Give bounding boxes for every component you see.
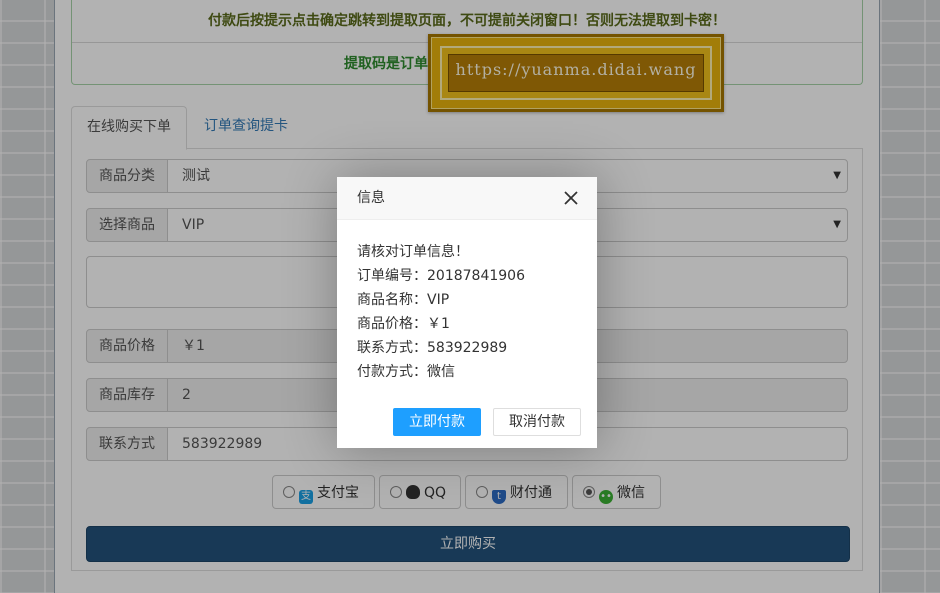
dialog-title: 信息 bbox=[337, 177, 597, 220]
dialog-line-order-number: 订单编号：20187841906 bbox=[357, 268, 525, 284]
dialog-line-contact: 联系方式：583922989 bbox=[357, 340, 508, 356]
order-confirm-dialog: 信息 请核对订单信息！ 订单编号：20187841906 商品名称：VIP 商品… bbox=[337, 177, 597, 448]
dialog-line-price: 商品价格：￥1 bbox=[357, 316, 450, 332]
dialog-line-prompt: 请核对订单信息！ bbox=[357, 244, 469, 260]
close-icon[interactable] bbox=[561, 188, 581, 208]
dialog-line-product-name: 商品名称：VIP bbox=[357, 292, 450, 308]
dialog-body: 请核对订单信息！ 订单编号：20187841906 商品名称：VIP 商品价格：… bbox=[337, 220, 597, 384]
dialog-line-payment: 付款方式：微信 bbox=[357, 364, 455, 380]
cancel-payment-button[interactable]: 取消付款 bbox=[493, 408, 581, 436]
pay-now-button[interactable]: 立即付款 bbox=[393, 408, 481, 436]
